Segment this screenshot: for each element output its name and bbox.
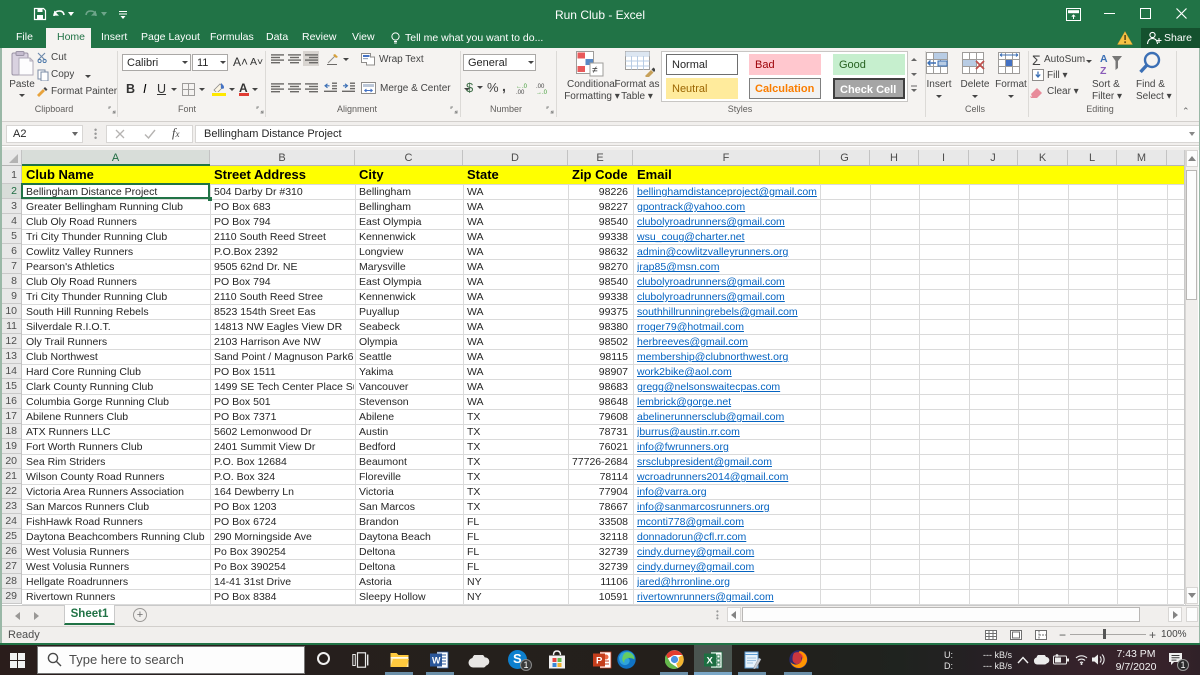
svg-text:→.0: →.0 [536, 90, 548, 94]
svg-text:≠: ≠ [592, 65, 598, 76]
svg-text:Z: Z [1100, 65, 1107, 77]
svg-text:X: X [707, 656, 714, 667]
svg-text:A: A [1100, 53, 1108, 65]
svg-text:P: P [596, 656, 603, 667]
svg-text:.00: .00 [516, 90, 525, 94]
svg-text:W: W [432, 656, 441, 666]
